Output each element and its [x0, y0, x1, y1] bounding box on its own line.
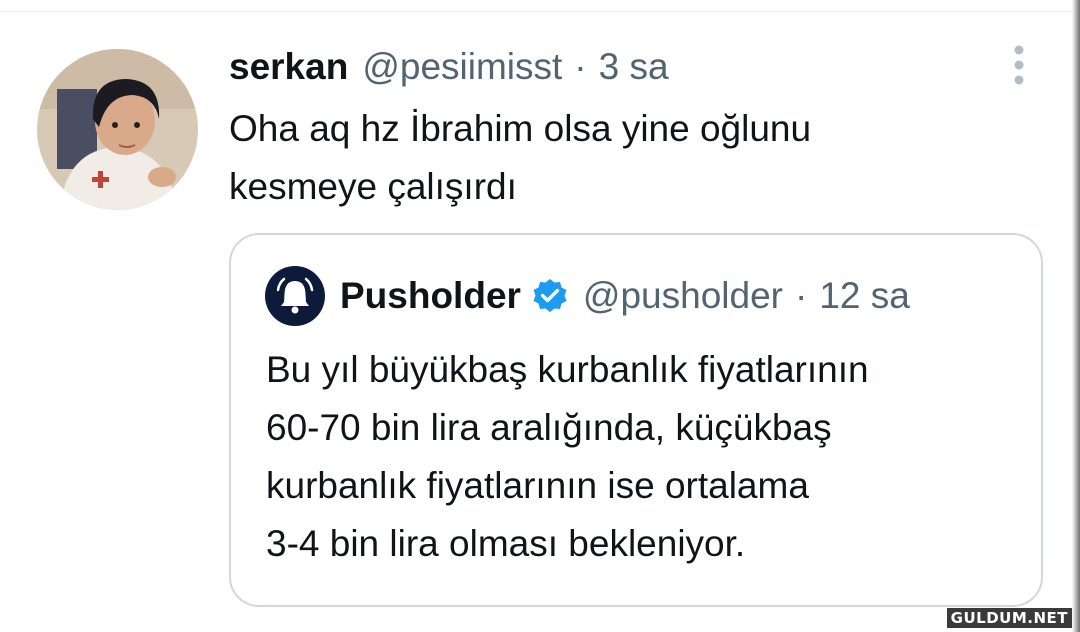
quoted-display-name[interactable]: Pusholder [340, 275, 521, 317]
display-name[interactable]: serkan [229, 46, 348, 88]
quoted-user-handle[interactable]: @pusholder [583, 275, 783, 317]
more-vertical-icon [1014, 45, 1024, 85]
bell-icon [276, 277, 314, 314]
quoted-text-line: Bu yıl büyükbaş kurbanlık fiyatlarının [266, 349, 869, 390]
quoted-tweet-card[interactable]: Pusholder @pusholder · 12 sa Bu yıl büyü… [229, 233, 1043, 607]
user-avatar[interactable] [37, 49, 198, 210]
tweet-header: serkan @pesiimisst · 3 sa [229, 44, 669, 90]
header-separator: · [574, 46, 587, 87]
tweet-text: Oha aq hz İbrahim olsa yine oğlunu kesme… [229, 100, 989, 216]
scrollbar-edge [1072, 0, 1080, 632]
quoted-user-avatar[interactable] [265, 266, 325, 326]
site-watermark: GULDUM.NET [946, 608, 1072, 628]
quoted-text-line: kurbanlık fiyatlarının ise ortalama [266, 465, 809, 506]
tweet-screenshot: serkan @pesiimisst · 3 sa Oha aq hz İbra… [0, 0, 1080, 632]
tweet-timestamp[interactable]: 3 sa [599, 46, 669, 88]
quoted-text-line: 3-4 bin lira olması bekleniyor. [266, 523, 746, 564]
quoted-header-separator: · [795, 275, 808, 316]
verified-badge-icon [531, 277, 569, 315]
quoted-tweet-header: Pusholder @pusholder · 12 sa [340, 271, 910, 321]
top-divider [0, 11, 1080, 12]
more-options-button[interactable] [1008, 44, 1030, 86]
tweet-text-line: Oha aq hz İbrahim olsa yine oğlunu [229, 108, 812, 149]
user-handle[interactable]: @pesiimisst [362, 46, 562, 88]
quoted-tweet-timestamp[interactable]: 12 sa [819, 275, 910, 317]
tweet-text-line: kesmeye çalışırdı [229, 166, 517, 207]
quoted-text-line: 60-70 bin lira aralığında, küçükbaş [266, 407, 832, 448]
quoted-tweet-text: Bu yıl büyükbaş kurbanlık fiyatlarının 6… [266, 341, 1026, 573]
